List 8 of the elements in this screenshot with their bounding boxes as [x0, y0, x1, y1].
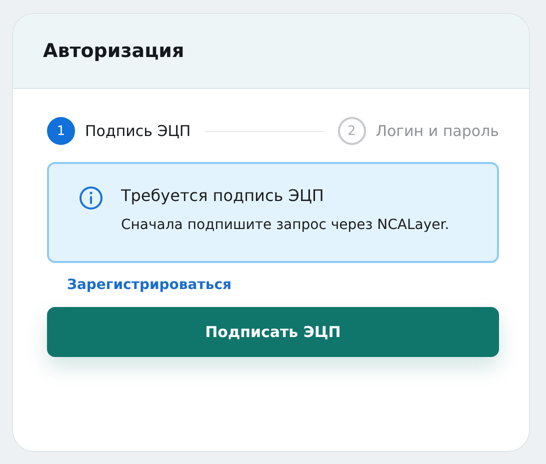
- step: 1 Подпись ЭЦП: [47, 117, 191, 145]
- alert-title: Требуется подпись ЭЦП: [121, 186, 325, 205]
- alert-message: Сначала подпишите запрос через NCALayer.: [121, 216, 450, 235]
- card-title: Авторизация: [43, 40, 184, 62]
- sign-button[interactable]: Подписать ЭЦП: [47, 307, 499, 357]
- info-icon: [79, 186, 103, 210]
- register-link[interactable]: Зарегистрироваться: [67, 277, 232, 293]
- step: 2 Логин и пароль: [338, 117, 499, 145]
